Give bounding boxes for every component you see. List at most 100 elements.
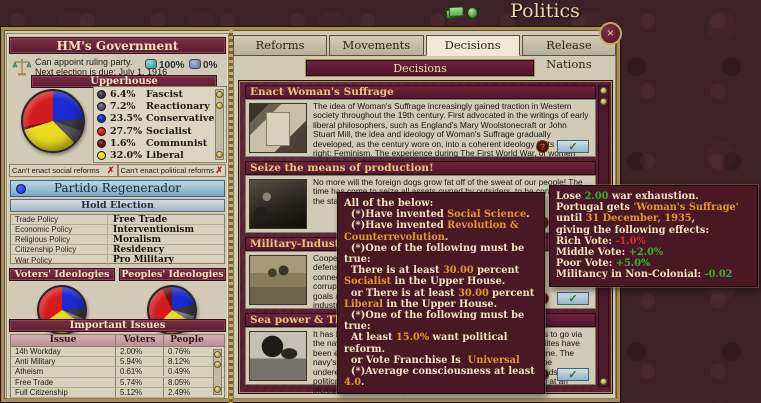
issue-row: 14h Workday2.00%0.76% <box>11 347 224 357</box>
column-people: People <box>164 335 210 346</box>
legend-scrollbar[interactable] <box>215 89 224 160</box>
tooltip-line: (*)One of the following must be true: <box>344 243 538 265</box>
scroll-thumb[interactable] <box>600 98 607 105</box>
scroll-down-icon[interactable] <box>216 151 223 158</box>
scroll-thumb[interactable] <box>216 102 223 109</box>
issue-row: Full Citizenship5.12%2.49% <box>11 388 224 398</box>
policy-row: Citizenship PolicyResidency <box>11 245 224 255</box>
tooltip-line: There is at least 30.00 percent Socialis… <box>344 265 538 287</box>
party-color-icon <box>97 151 106 160</box>
party-color-icon <box>97 114 106 123</box>
decision-title: Seize the means of production! <box>245 161 596 175</box>
tooltip-line: All of the below: <box>344 198 538 209</box>
coin-icon <box>467 7 478 19</box>
party-color-icon <box>97 127 106 136</box>
enact-decision-button[interactable]: ✓ <box>557 368 589 381</box>
tab-movements[interactable]: Movements <box>329 35 423 56</box>
reform-notes: Can't enact social reforms✗ Can't enact … <box>9 164 226 177</box>
government-sidebar: HM's Government Can appoint ruling party… <box>6 33 229 399</box>
issue-row: Atheism0.61%0.49% <box>11 367 224 377</box>
policy-row: War PolicyPro Military <box>11 255 224 265</box>
legend-row: 32.0%Liberal <box>97 149 214 161</box>
page-title: Politics <box>500 0 590 24</box>
tooltip-line: Rich Vote: -1.0% <box>556 236 751 247</box>
tooltip-line: Militancy in Non-Colonial: -0.02 <box>556 269 751 280</box>
upperhouse-pie-chart <box>21 89 85 153</box>
tooltip-line: Poor Vote: +5.0% <box>556 258 751 269</box>
important-issues-header: Important Issues <box>9 319 226 332</box>
tooltip-line: or Vote Franchise Is Universal <box>344 355 538 366</box>
tooltip-line: Middle Vote: +2.0% <box>556 247 751 258</box>
legend-row: 7.2%Reactionary <box>97 100 214 112</box>
decisions-title: Decisions <box>306 60 534 76</box>
issues-scrollbar[interactable] <box>213 349 222 395</box>
decision-item: Enact Woman's Suffrage The idea of Woman… <box>245 85 596 157</box>
scroll-up-icon[interactable] <box>216 91 223 98</box>
column-voters: Voters <box>116 335 164 346</box>
decision-effects-tooltip: Lose 2.00 war exhaustion.Portugal gets '… <box>549 185 758 287</box>
question-icon[interactable]: ? <box>536 140 549 153</box>
tooltip-line: (*)Have invented Revolution & Counterrev… <box>344 220 538 242</box>
tooltip-line: (*)One of the following must be true: <box>344 310 538 332</box>
treasury-icons <box>446 6 480 21</box>
tab-decisions[interactable]: Decisions <box>426 35 520 56</box>
tooltip-line: (*)Average consciousness at least 4.0. <box>344 366 538 388</box>
decision-description: The idea of Woman's Suffrage increasingl… <box>313 102 591 168</box>
close-button[interactable]: × <box>599 22 622 45</box>
party-color-icon <box>97 90 106 99</box>
enact-decision-button[interactable]: ✓ <box>557 292 589 305</box>
scroll-down-icon[interactable] <box>214 386 221 393</box>
crowd-icon <box>189 59 201 69</box>
decision-photo <box>249 179 307 229</box>
tab-reforms[interactable]: Reforms <box>233 35 327 56</box>
party-color-icon <box>97 139 106 148</box>
legend-row: 23.5%Conservative <box>97 113 214 125</box>
party-color-icon <box>97 102 106 111</box>
decision-requirements-tooltip: All of the below: (*)Have invented Socia… <box>337 192 545 394</box>
scroll-down-icon[interactable] <box>600 378 607 385</box>
decision-photo <box>249 255 307 305</box>
scales-icon <box>12 57 32 77</box>
politics-screen: Politics × HM's Government Can appoint r… <box>0 0 761 403</box>
decision-title: Enact Woman's Suffrage <box>245 85 596 99</box>
tooltip-line: Portugal gets 'Woman's Suffrage' until 3… <box>556 202 751 224</box>
policies-table: Trade PolicyFree TradeEconomic PolicyInt… <box>10 214 225 264</box>
ruling-party-button[interactable]: Partido Regenerador <box>10 180 225 197</box>
money-icon <box>445 8 461 19</box>
peoples-ideologies-header: Peoples' Ideologies <box>119 268 226 281</box>
policy-row: Religious PolicyMoralism <box>11 235 224 245</box>
tooltip-line: (*)Have invented Social Science. <box>344 209 538 220</box>
issue-row: Free Trade5.74%8.05% <box>11 378 224 388</box>
enact-decision-button[interactable]: ✓ <box>557 140 589 153</box>
people-icon <box>145 59 157 69</box>
cross-icon: ✗ <box>107 165 115 176</box>
legend-row: 1.6%Communist <box>97 137 214 149</box>
plurality-stat: 100% <box>145 59 185 71</box>
legend-row: 6.4%Fascist <box>97 88 214 100</box>
party-ideology-icon <box>16 184 26 194</box>
legend-row: 27.7%Socialist <box>97 125 214 137</box>
issues-table: Issue Voters People 14h Workday2.00%0.76… <box>10 334 225 398</box>
decision-photo <box>249 103 307 153</box>
revanchism-stat: 0% <box>189 59 217 71</box>
tooltip-line: Lose 2.00 war exhaustion. <box>556 191 751 202</box>
scroll-thumb[interactable] <box>214 361 221 368</box>
tooltip-line: At least 15.0% want political reform. <box>344 332 538 354</box>
tab-bar: ReformsMovementsDecisionsRelease Nations <box>233 35 616 56</box>
ruling-party-note: Can appoint ruling party. <box>35 57 132 67</box>
government-header: HM's Government <box>9 37 226 54</box>
cross-icon: ✗ <box>215 165 223 176</box>
scroll-up-icon[interactable] <box>600 87 607 94</box>
issues-table-header: Issue Voters People <box>11 335 224 347</box>
column-issue: Issue <box>11 335 116 346</box>
tooltip-line: or There is at least 30.00 percent Liber… <box>344 288 538 310</box>
decision-body: The idea of Woman's Suffrage increasingl… <box>245 99 596 157</box>
policy-row: Economic PolicyInterventionism <box>11 225 224 235</box>
political-reforms-note: Can't enact political reforms✗ <box>118 164 227 177</box>
scroll-up-icon[interactable] <box>214 351 221 358</box>
policy-row: Trade PolicyFree Trade <box>11 215 224 225</box>
issue-row: Anti Military5.94%8.12% <box>11 357 224 367</box>
voters-ideologies-header: Voters' Ideologies <box>9 268 115 281</box>
hold-election-button[interactable]: Hold Election <box>10 199 225 212</box>
decision-photo <box>249 331 307 381</box>
